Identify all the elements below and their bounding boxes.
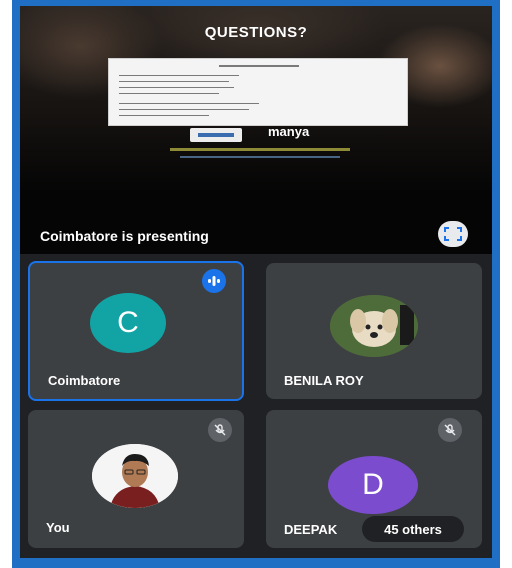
avatar bbox=[92, 444, 178, 508]
avatar bbox=[330, 295, 418, 357]
participant-name: DEEPAK bbox=[284, 522, 338, 537]
partner-logo bbox=[190, 128, 242, 142]
participant-tile-you[interactable]: You bbox=[28, 410, 244, 548]
slide-social-line bbox=[180, 156, 340, 158]
slide-contact-card bbox=[108, 58, 408, 126]
slide-title: QUESTIONS? bbox=[204, 24, 308, 41]
participant-tile-benila-roy[interactable]: BENILA ROY bbox=[266, 263, 482, 399]
participant-name: You bbox=[46, 520, 70, 535]
participant-tile-deepak[interactable]: D DEEPAK 45 others bbox=[266, 410, 482, 548]
fullscreen-button[interactable] bbox=[438, 221, 468, 247]
muted-indicator bbox=[438, 418, 462, 442]
audio-bars-icon bbox=[208, 276, 220, 286]
avatar-initial: D bbox=[362, 468, 384, 501]
presenting-label: Coimbatore is presenting bbox=[40, 228, 209, 244]
avatar-initial: C bbox=[117, 306, 139, 339]
fullscreen-icon bbox=[444, 227, 462, 241]
others-count-badge[interactable]: 45 others bbox=[362, 516, 464, 542]
muted-indicator bbox=[208, 418, 232, 442]
participant-tile-coimbatore[interactable]: C Coimbatore bbox=[28, 261, 244, 401]
slide-contact-line bbox=[170, 148, 350, 151]
mic-off-icon bbox=[214, 424, 226, 436]
meet-screen: QUESTIONS? manya Coimbatore is presentin… bbox=[20, 6, 492, 558]
avatar: D bbox=[328, 456, 418, 514]
manya-logo: manya bbox=[268, 124, 310, 139]
participant-name: BENILA ROY bbox=[284, 373, 364, 388]
dog-photo bbox=[330, 295, 418, 357]
mic-off-icon bbox=[444, 424, 456, 436]
avatar: C bbox=[90, 293, 166, 353]
speaking-indicator bbox=[202, 269, 226, 293]
presentation-view[interactable]: QUESTIONS? manya Coimbatore is presentin… bbox=[20, 6, 492, 254]
participant-name: Coimbatore bbox=[48, 373, 121, 388]
presentation-background bbox=[20, 6, 492, 254]
person-photo bbox=[92, 444, 178, 508]
